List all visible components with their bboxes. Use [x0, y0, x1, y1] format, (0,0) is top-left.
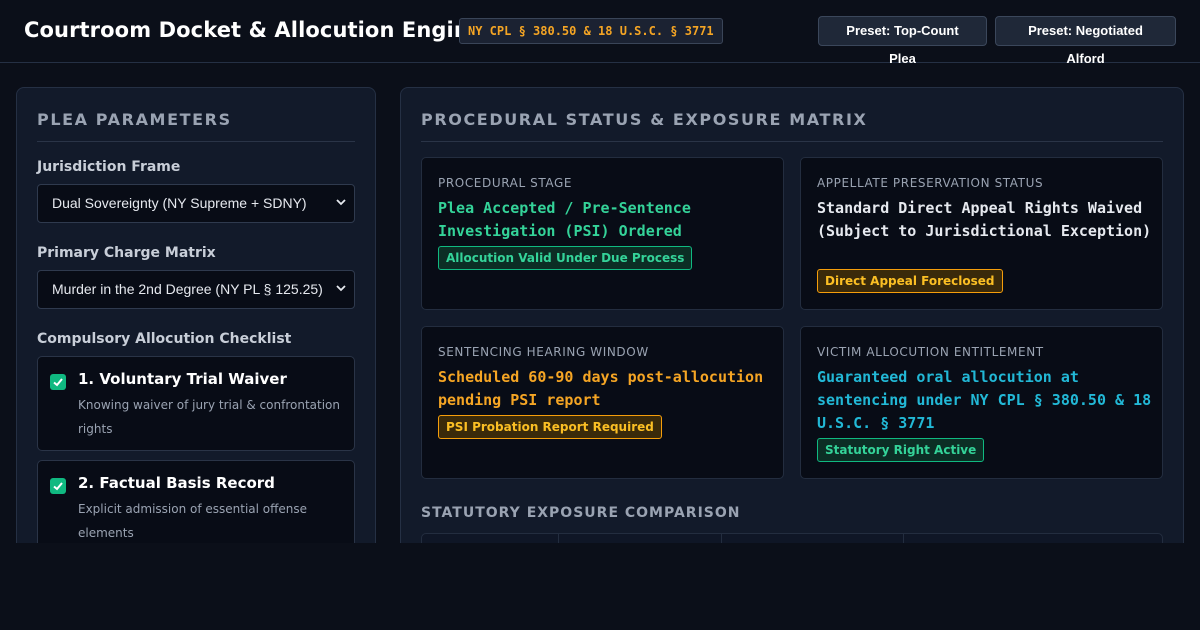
table-column-divider	[903, 534, 904, 543]
status-badge: Direct Appeal Foreclosed	[817, 269, 1003, 293]
divider	[421, 141, 1163, 142]
jurisdiction-select-value: Dual Sovereignty (NY Supreme + SDNY)	[52, 195, 307, 211]
top-bar: Courtroom Docket & Allocution Engine NY …	[0, 0, 1200, 66]
exposure-section-title: STATUTORY EXPOSURE COMPARISON	[421, 505, 741, 521]
checklist-item[interactable]: 1. Voluntary Trial Waiver Knowing waiver…	[37, 356, 355, 451]
sentencing-window-card: SENTENCING HEARING WINDOW Scheduled 60-9…	[421, 326, 784, 479]
charge-select-value: Murder in the 2nd Degree (NY PL § 125.25…	[52, 281, 323, 297]
card-value: Guaranteed oral allocution at sentencing…	[817, 368, 1152, 432]
checkbox-checked[interactable]	[50, 478, 66, 494]
preset-negotiated-alford-button[interactable]: Preset: Negotiated Alford	[995, 16, 1176, 66]
checklist-item-title: 1. Voluntary Trial Waiver	[78, 370, 287, 388]
appellate-status-card: APPELLATE PRESERVATION STATUS Standard D…	[800, 157, 1163, 310]
jurisdiction-select[interactable]: Dual Sovereignty (NY Supreme + SDNY)	[37, 184, 355, 223]
table-column-divider	[558, 534, 559, 543]
card-value: Standard Direct Appeal Rights Waived (Su…	[817, 199, 1152, 240]
checklist-item-description: Knowing waiver of jury trial & confronta…	[78, 398, 340, 436]
card-label: VICTIM ALLOCUTION ENTITLEMENT	[817, 345, 1044, 359]
charge-label: Primary Charge Matrix	[37, 245, 216, 261]
status-badge: PSI Probation Report Required	[438, 415, 662, 439]
preset-top-count-plea-button[interactable]: Preset: Top-Count Plea	[818, 16, 987, 66]
checkbox-checked[interactable]	[50, 374, 66, 390]
card-label: PROCEDURAL STAGE	[438, 176, 573, 190]
card-value: Scheduled 60-90 days post-allocution pen…	[438, 368, 764, 409]
exposure-table	[421, 533, 1163, 543]
card-value: Plea Accepted / Pre-Sentence Investigati…	[438, 199, 691, 240]
charge-select[interactable]: Murder in the 2nd Degree (NY PL § 125.25…	[37, 270, 355, 309]
card-label: SENTENCING HEARING WINDOW	[438, 345, 649, 359]
main-viewport[interactable]: PLEA PARAMETERS Jurisdiction Frame Dual …	[0, 64, 1200, 543]
panel-title: PROCEDURAL STATUS & EXPOSURE MATRIX	[421, 110, 868, 129]
card-label: APPELLATE PRESERVATION STATUS	[817, 176, 1044, 190]
table-column-divider	[721, 534, 722, 543]
divider	[37, 141, 355, 142]
panel-title: PLEA PARAMETERS	[37, 110, 232, 129]
status-badge: Allocution Valid Under Due Process	[438, 246, 693, 270]
plea-parameters-panel: PLEA PARAMETERS Jurisdiction Frame Dual …	[16, 87, 376, 543]
statute-badge: NY CPL § 380.50 & 18 U.S.C. § 3771	[459, 18, 723, 44]
app-title: Courtroom Docket & Allocution Engine	[24, 18, 484, 42]
procedural-stage-card: PROCEDURAL STAGE Plea Accepted / Pre-Sen…	[421, 157, 784, 310]
chevron-down-icon	[334, 271, 348, 308]
checklist-label: Compulsory Allocution Checklist	[37, 331, 292, 347]
checklist-item-description: Explicit admission of essential offense …	[78, 502, 308, 540]
checklist-item[interactable]: 2. Factual Basis Record Explicit admissi…	[37, 460, 355, 543]
chevron-down-icon	[334, 185, 348, 222]
victim-allocution-card: VICTIM ALLOCUTION ENTITLEMENT Guaranteed…	[800, 326, 1163, 479]
status-badge: Statutory Right Active	[817, 438, 985, 462]
checklist-item-title: 2. Factual Basis Record	[78, 474, 275, 492]
status-matrix-panel: PROCEDURAL STATUS & EXPOSURE MATRIX PROC…	[400, 87, 1184, 543]
jurisdiction-label: Jurisdiction Frame	[37, 159, 181, 175]
